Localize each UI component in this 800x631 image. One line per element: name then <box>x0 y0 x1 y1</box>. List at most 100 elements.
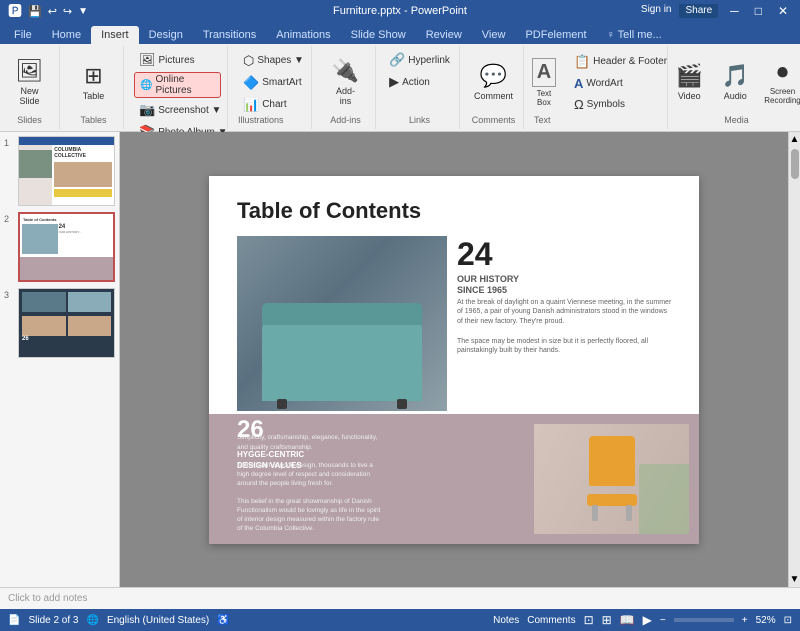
thumb2-title: Table of Contents <box>20 214 113 223</box>
quick-access-undo[interactable]: ↩ <box>48 5 57 18</box>
textbox-button[interactable]: A TextBox <box>523 54 565 112</box>
tab-insert[interactable]: Insert <box>91 26 139 44</box>
video-button[interactable]: 🎬 Video <box>668 53 710 111</box>
chart-label: Chart <box>262 99 286 110</box>
shapes-label: Shapes ▼ <box>257 55 304 66</box>
share-button[interactable]: Share <box>679 4 718 18</box>
maximize-button[interactable]: □ <box>751 4 766 18</box>
ribbon-group-addins: 🔌 Add-ins Add-ins <box>316 46 376 129</box>
ribbon-tabs: File Home Insert Design Transitions Anim… <box>0 22 800 44</box>
symbols-icon: Ω <box>574 97 584 112</box>
audio-button[interactable]: 🎵 Audio <box>714 53 756 111</box>
slide-thumbnail-1[interactable]: 1 COLUMBIACOLLECTIVE <box>4 136 115 206</box>
main-area: Table of Contents 24 OUR HISTORYSINCE 19… <box>120 132 788 587</box>
quick-access-save[interactable]: 💾 <box>28 5 42 18</box>
tab-slideshow[interactable]: Slide Show <box>341 26 416 44</box>
tab-review[interactable]: Review <box>416 26 472 44</box>
quick-access-redo[interactable]: ↪ <box>63 5 72 18</box>
screen-recording-icon: ⏺ <box>777 59 788 85</box>
online-pictures-button[interactable]: 🌐 Online Pictures <box>134 72 221 98</box>
slide-count-icon: 📄 <box>8 615 20 626</box>
screen-recording-label: ScreenRecording <box>764 87 800 105</box>
sofa-shape <box>262 321 422 401</box>
action-button[interactable]: ▶ Action <box>384 72 435 92</box>
smartart-label: SmartArt <box>262 77 301 88</box>
view-slide-icon[interactable]: ⊞ <box>602 613 612 627</box>
wordart-button[interactable]: A WordArt <box>569 74 672 93</box>
slide-canvas[interactable]: Table of Contents 24 OUR HISTORYSINCE 19… <box>209 176 699 544</box>
video-label: Video <box>678 91 701 101</box>
thumb1-left <box>19 145 52 205</box>
comments-button[interactable]: Comments <box>527 615 575 626</box>
notes-bar[interactable]: Click to add notes <box>0 587 800 609</box>
view-normal-icon[interactable]: ⊡ <box>584 613 594 627</box>
screenshot-button[interactable]: 📷 Screenshot ▼ <box>134 100 221 120</box>
smartart-button[interactable]: 🔷 SmartArt <box>238 73 305 93</box>
zoom-level[interactable]: 52% <box>756 615 776 626</box>
thumb3-num: 26 <box>22 336 111 342</box>
notes-button[interactable]: Notes <box>493 615 519 626</box>
chart-icon: 📊 <box>243 97 259 113</box>
status-bar-left: 📄 Slide 2 of 3 🌐 English (United States)… <box>8 615 230 626</box>
shapes-button[interactable]: ⬡ Shapes ▼ <box>238 51 305 71</box>
symbols-button[interactable]: Ω Symbols <box>569 95 672 114</box>
scroll-up-arrow[interactable]: ▲ <box>788 132 800 147</box>
slide-thumbnail-3[interactable]: 3 26 <box>4 288 115 358</box>
status-bar: 📄 Slide 2 of 3 🌐 English (United States)… <box>0 609 800 631</box>
video-icon: 🎬 <box>676 63 703 89</box>
new-slide-button[interactable]: 🖼 NewSlide <box>9 53 51 111</box>
scroll-thumb[interactable] <box>791 149 799 179</box>
thumb1-right: COLUMBIACOLLECTIVE <box>52 145 114 205</box>
slide-num-3: 3 <box>4 288 14 300</box>
tab-tell-me[interactable]: ♀ Tell me... <box>597 26 672 44</box>
tab-file[interactable]: File <box>4 26 42 44</box>
minimize-button[interactable]: ─ <box>726 4 743 18</box>
chair-leg-left <box>592 505 598 521</box>
slide-thumbnail-2[interactable]: 2 Table of Contents 24 OUR HISTORY... <box>4 212 115 282</box>
illustrations-group-label: Illustrations <box>238 115 284 127</box>
slide-panel: 1 COLUMBIACOLLECTIVE 2 Tabl <box>0 132 120 587</box>
screenshot-label: Screenshot ▼ <box>158 105 221 116</box>
tab-design[interactable]: Design <box>139 26 193 44</box>
comments-items: 💬 Comment <box>470 48 517 115</box>
entry1-heading: OUR HISTORYSINCE 1965 <box>457 274 677 297</box>
pictures-button[interactable]: 🖼 Pictures <box>134 50 221 70</box>
chair-back <box>589 436 635 486</box>
sofa-back <box>262 303 422 325</box>
signin-button[interactable]: Sign in <box>641 4 672 18</box>
right-scrollbar[interactable]: ▲ ▼ <box>788 132 800 587</box>
slide-preview-2: Table of Contents 24 OUR HISTORY... <box>18 212 115 282</box>
tab-animations[interactable]: Animations <box>266 26 340 44</box>
hyperlink-button[interactable]: 🔗 Hyperlink <box>384 50 455 70</box>
fit-slide-button[interactable]: ⊡ <box>784 615 792 626</box>
zoom-out-button[interactable]: − <box>660 615 666 626</box>
quick-access-more[interactable]: ▼ <box>78 6 88 17</box>
tab-view[interactable]: View <box>472 26 516 44</box>
screen-recording-button[interactable]: ⏺ ScreenRecording <box>760 53 800 111</box>
scroll-down-arrow[interactable]: ▼ <box>788 572 800 587</box>
slides-group-label: Slides <box>17 115 42 127</box>
tab-home[interactable]: Home <box>42 26 91 44</box>
comment-icon: 💬 <box>480 63 507 89</box>
view-presenter-icon[interactable]: ▶ <box>643 613 652 627</box>
tab-transitions[interactable]: Transitions <box>193 26 266 44</box>
close-button[interactable]: ✕ <box>774 4 792 18</box>
title-bar: 🅿 💾 ↩ ↪ ▼ Furniture.pptx - PowerPoint Si… <box>0 0 800 22</box>
addins-button[interactable]: 🔌 Add-ins <box>325 53 367 111</box>
addins-label: Add-ins <box>336 86 355 106</box>
chart-button[interactable]: 📊 Chart <box>238 95 305 115</box>
symbols-label: Symbols <box>587 99 625 110</box>
view-reading-icon[interactable]: 📖 <box>620 613 635 627</box>
tab-pdfelement[interactable]: PDFelement <box>515 26 596 44</box>
audio-label: Audio <box>724 91 747 101</box>
header-footer-button[interactable]: 📋 Header & Footer <box>569 52 672 72</box>
pictures-label: Pictures <box>159 55 195 66</box>
zoom-slider[interactable] <box>674 618 734 622</box>
ribbon-group-slides: 🖼 NewSlide Slides <box>0 46 60 129</box>
zoom-in-button[interactable]: + <box>742 615 748 626</box>
pictures-icon: 🖼 <box>139 52 156 68</box>
table-button[interactable]: ⊞ Table <box>73 53 115 111</box>
links-group-label: Links <box>409 115 430 127</box>
sofa-leg-right <box>397 399 407 409</box>
comment-button[interactable]: 💬 Comment <box>470 53 517 111</box>
